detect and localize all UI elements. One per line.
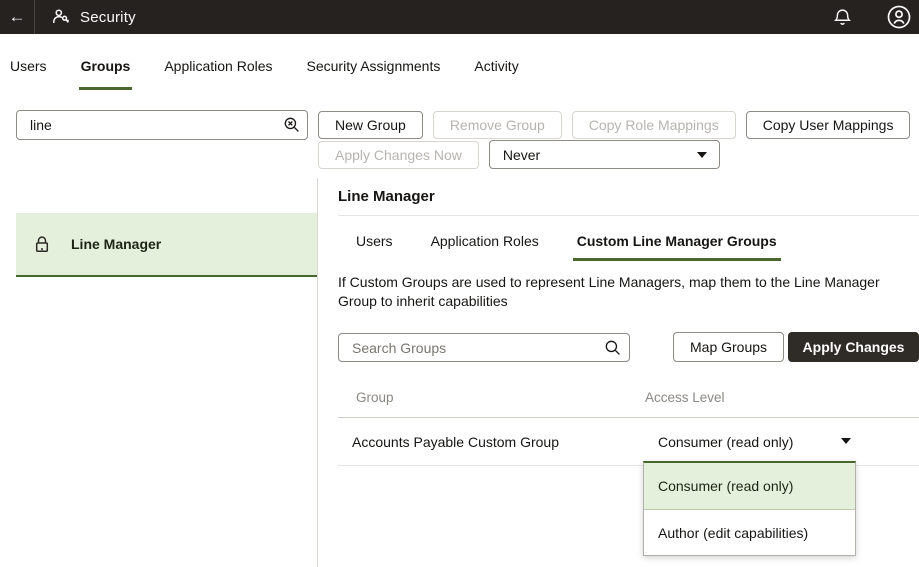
- security-app-window: ← Security: [0, 0, 919, 567]
- access-level-dropdown-trigger[interactable]: Consumer (read only): [658, 434, 793, 450]
- notifications-bell-icon[interactable]: [833, 8, 852, 27]
- apply-changes-now-button[interactable]: Apply Changes Now: [318, 141, 479, 169]
- top-header-bar: ← Security: [0, 0, 919, 34]
- tab-security-assignments[interactable]: Security Assignments: [305, 58, 443, 90]
- copy-role-mappings-button[interactable]: Copy Role Mappings: [572, 111, 736, 139]
- group-detail-panel: Line Manager Users Application Roles Cus…: [338, 180, 919, 567]
- map-groups-button[interactable]: Map Groups: [673, 332, 784, 362]
- dropdown-option-author[interactable]: Author (edit capabilities): [644, 510, 855, 555]
- group-list-item-line-manager[interactable]: Line Manager: [16, 213, 317, 277]
- column-header-group: Group: [356, 390, 394, 405]
- back-arrow-icon[interactable]: ←: [0, 0, 34, 34]
- chevron-down-icon: [841, 438, 851, 444]
- schedule-select[interactable]: Never: [489, 140, 720, 169]
- group-search: [16, 110, 308, 140]
- search-groups-field: [338, 333, 630, 362]
- group-search-input[interactable]: [16, 110, 308, 140]
- access-level-dropdown-menu: Consumer (read only) Author (edit capabi…: [643, 461, 856, 556]
- column-header-access-level: Access Level: [645, 390, 725, 405]
- header-divider: [34, 0, 35, 34]
- search-groups-input[interactable]: [338, 333, 630, 362]
- new-group-button[interactable]: New Group: [318, 111, 423, 139]
- detail-tab-bar: Users Application Roles Custom Line Mana…: [352, 233, 781, 261]
- page-title: Security: [80, 9, 136, 26]
- copy-user-mappings-button[interactable]: Copy User Mappings: [746, 111, 911, 139]
- access-level-value: Consumer (read only): [658, 434, 793, 450]
- main-tab-bar: Users Groups Application Roles Security …: [8, 58, 521, 90]
- header-actions: [833, 4, 919, 30]
- custom-groups-controls: Map Groups Apply Changes: [338, 332, 919, 362]
- detail-tab-users[interactable]: Users: [352, 233, 397, 261]
- detail-tab-application-roles[interactable]: Application Roles: [427, 233, 543, 261]
- lock-icon: [32, 234, 52, 255]
- remove-group-button[interactable]: Remove Group: [433, 111, 562, 139]
- tab-groups[interactable]: Groups: [79, 58, 133, 90]
- clear-search-icon[interactable]: [283, 116, 301, 134]
- search-icon[interactable]: [604, 339, 622, 357]
- dropdown-option-consumer[interactable]: Consumer (read only): [644, 463, 855, 510]
- detail-tab-custom-line-manager-groups[interactable]: Custom Line Manager Groups: [573, 233, 781, 261]
- group-name-cell: Accounts Payable Custom Group: [352, 434, 559, 450]
- group-actions-row: New Group Remove Group Copy Role Mapping…: [318, 111, 910, 139]
- detail-title: Line Manager: [338, 188, 435, 205]
- table-row: Accounts Payable Custom Group Consumer (…: [338, 418, 919, 465]
- apply-changes-row: Apply Changes Now Never: [318, 140, 720, 169]
- detail-title-divider: [338, 215, 919, 216]
- custom-groups-description: If Custom Groups are used to represent L…: [338, 273, 916, 311]
- apply-changes-button[interactable]: Apply Changes: [788, 332, 919, 362]
- tab-activity[interactable]: Activity: [472, 58, 520, 90]
- panel-divider: [317, 178, 318, 567]
- chevron-down-icon: [697, 152, 707, 158]
- tab-application-roles[interactable]: Application Roles: [162, 58, 274, 90]
- user-avatar-icon[interactable]: [886, 4, 912, 30]
- schedule-select-value: Never: [503, 147, 540, 163]
- security-app-icon: [52, 8, 70, 26]
- group-item-label: Line Manager: [71, 236, 161, 252]
- tab-users[interactable]: Users: [8, 58, 49, 90]
